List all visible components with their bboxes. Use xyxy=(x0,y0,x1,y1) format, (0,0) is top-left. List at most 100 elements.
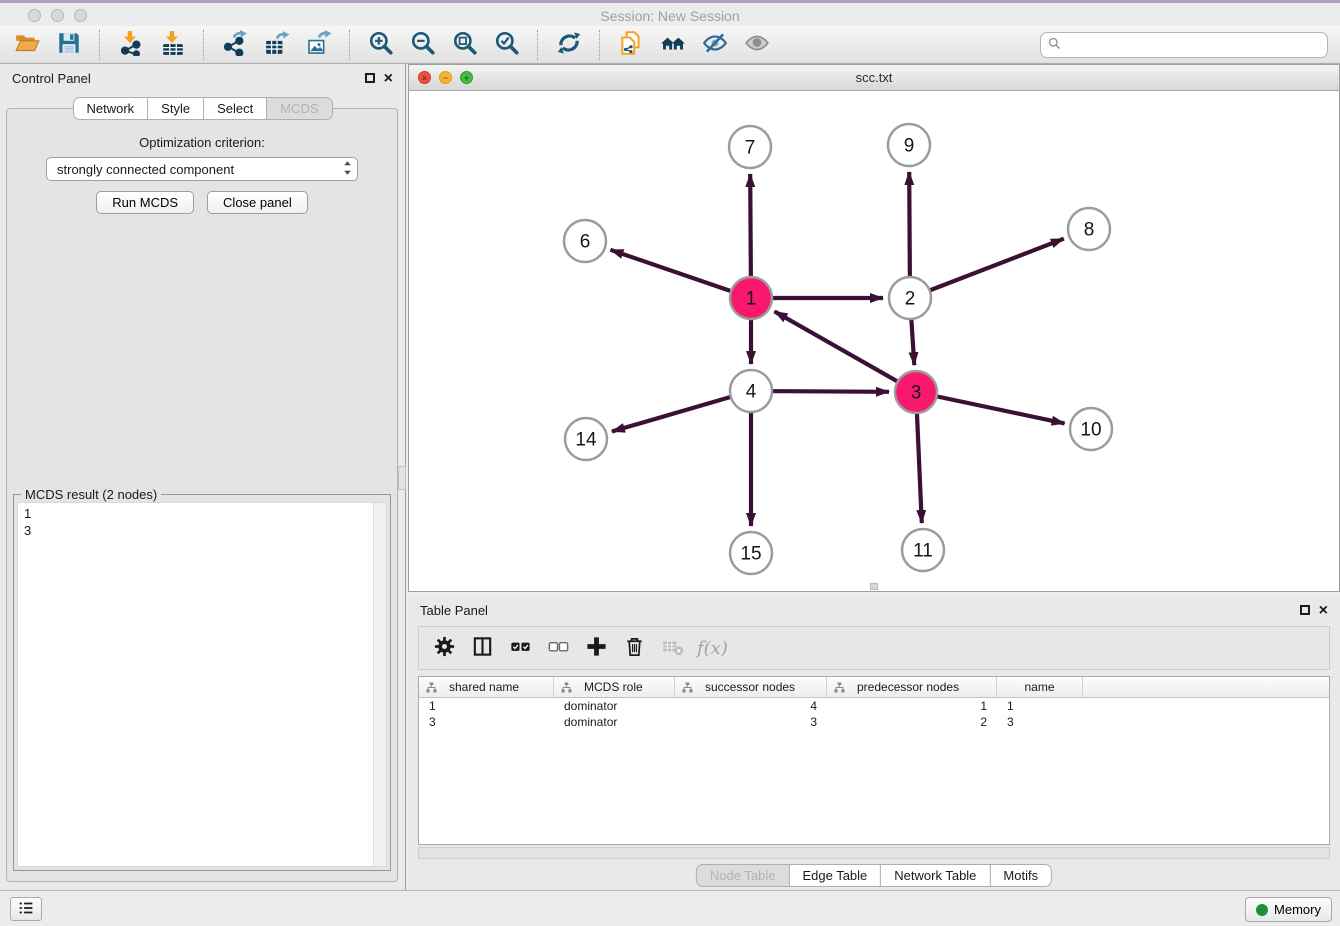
close-panel-button[interactable]: Close panel xyxy=(207,191,308,214)
column-header-MCDS-role[interactable]: MCDS role xyxy=(554,677,675,697)
settings-gear-button[interactable] xyxy=(427,631,461,665)
network-window-titlebar[interactable]: ×−+ scc.txt xyxy=(409,65,1339,91)
table-panel-close-button[interactable]: × xyxy=(1319,603,1328,618)
column-header-predecessor-nodes[interactable]: predecessor nodes xyxy=(827,677,997,697)
search-box[interactable] xyxy=(1040,32,1328,58)
edge-1-to-6[interactable] xyxy=(611,250,752,298)
column-layout-button[interactable] xyxy=(465,631,499,665)
table-row-1[interactable]: 1dominator411 xyxy=(419,698,1329,714)
edge-2-to-8[interactable] xyxy=(910,239,1064,298)
zoom-fit-button[interactable] xyxy=(447,29,483,61)
table-cell[interactable]: 4 xyxy=(675,698,827,714)
settings-gear-icon xyxy=(433,635,456,661)
network-window-resize-grip[interactable] xyxy=(870,583,878,590)
panel-splitter-handle[interactable] xyxy=(398,466,406,490)
result-scrollbar[interactable] xyxy=(373,503,386,866)
column-layout-icon xyxy=(471,635,494,661)
network-view-window: ×−+ scc.txt 7 9 6 8 1 2 4 3 14 10 15 11 xyxy=(408,64,1340,592)
home-view-icon xyxy=(660,30,686,59)
table-cell[interactable]: 1 xyxy=(419,698,554,714)
criterion-dropdown[interactable]: strongly connected component xyxy=(46,157,358,181)
graph-node-10[interactable]: 10 xyxy=(1070,408,1112,450)
duplicate-network-button[interactable] xyxy=(613,29,649,61)
graph-node-8[interactable]: 8 xyxy=(1068,208,1110,250)
refresh-layout-button[interactable] xyxy=(551,29,587,61)
deselect-all-button[interactable] xyxy=(541,631,575,665)
refresh-layout-icon xyxy=(556,30,582,59)
graph-node-2[interactable]: 2 xyxy=(889,277,931,319)
open-file-button[interactable] xyxy=(9,29,45,61)
graph-node-15[interactable]: 15 xyxy=(730,532,772,574)
tab-style[interactable]: Style xyxy=(147,97,204,120)
tab-edge-table[interactable]: Edge Table xyxy=(788,864,881,887)
deselect-all-icon xyxy=(547,635,570,661)
network-window-minimize-button[interactable]: − xyxy=(439,71,452,84)
table-cell[interactable]: dominator xyxy=(554,698,675,714)
task-history-button[interactable] xyxy=(10,897,42,921)
tab-node-table[interactable]: Node Table xyxy=(696,864,790,887)
home-view-button[interactable] xyxy=(655,29,691,61)
table-row-2[interactable]: 3dominator323 xyxy=(419,714,1329,730)
column-header-name[interactable]: name xyxy=(997,677,1083,697)
zoom-out-button[interactable] xyxy=(405,29,441,61)
show-panel-eye-button[interactable] xyxy=(739,29,775,61)
table-panel: Table Panel × f(x) shared nameMCDS roles… xyxy=(408,596,1340,890)
table-cell[interactable]: 3 xyxy=(997,714,1083,730)
graph-node-1[interactable]: 1 xyxy=(730,277,772,319)
network-window-close-button[interactable]: × xyxy=(418,71,431,84)
tab-network-table[interactable]: Network Table xyxy=(880,864,990,887)
app-titlebar: Session: New Session xyxy=(0,0,1340,26)
import-table-button[interactable] xyxy=(155,29,191,61)
table-horizontal-scrollbar[interactable] xyxy=(418,847,1330,859)
import-network-button[interactable] xyxy=(113,29,149,61)
open-file-icon xyxy=(14,30,40,59)
export-image-button[interactable] xyxy=(301,29,337,61)
add-column-button[interactable] xyxy=(579,631,613,665)
status-bar: Memory xyxy=(0,890,1340,926)
table-cell[interactable]: 2 xyxy=(827,714,997,730)
column-header-successor-nodes[interactable]: successor nodes xyxy=(675,677,827,697)
criterion-value: strongly connected component xyxy=(57,162,342,177)
node-table: shared nameMCDS rolesuccessor nodesprede… xyxy=(418,676,1330,845)
save-session-button[interactable] xyxy=(51,29,87,61)
tab-motifs[interactable]: Motifs xyxy=(989,864,1052,887)
attribute-type-icon xyxy=(834,682,845,693)
memory-button[interactable]: Memory xyxy=(1245,897,1332,922)
network-graph-canvas[interactable]: 7 9 6 8 1 2 4 3 14 10 15 11 xyxy=(409,90,1339,591)
run-mcds-button[interactable]: Run MCDS xyxy=(96,191,194,214)
select-all-button[interactable] xyxy=(503,631,537,665)
table-cell[interactable]: 3 xyxy=(419,714,554,730)
edge-3-to-10[interactable] xyxy=(916,392,1065,423)
search-input[interactable] xyxy=(1066,36,1321,53)
graph-node-6[interactable]: 6 xyxy=(564,220,606,262)
tab-mcds[interactable]: MCDS xyxy=(266,97,332,120)
show-panel-eye-icon xyxy=(744,30,770,59)
zoom-in-button[interactable] xyxy=(363,29,399,61)
graph-node-14[interactable]: 14 xyxy=(565,418,607,460)
mcds-result-title: MCDS result (2 nodes) xyxy=(21,487,161,502)
tab-select[interactable]: Select xyxy=(203,97,267,120)
column-header-shared-name[interactable]: shared name xyxy=(419,677,554,697)
table-cell[interactable]: 3 xyxy=(675,714,827,730)
graph-node-11[interactable]: 11 xyxy=(902,529,944,571)
network-window-zoom-button[interactable]: + xyxy=(460,71,473,84)
table-cell[interactable]: 1 xyxy=(827,698,997,714)
control-panel-float-button[interactable] xyxy=(365,71,375,86)
delete-column-button[interactable] xyxy=(617,631,651,665)
graph-node-4[interactable]: 4 xyxy=(730,370,772,412)
export-table-button[interactable] xyxy=(259,29,295,61)
edge-3-to-1[interactable] xyxy=(775,311,917,392)
control-panel-title: Control Panel xyxy=(12,71,91,86)
hide-panel-eye-button[interactable] xyxy=(697,29,733,61)
graph-node-9[interactable]: 9 xyxy=(888,124,930,166)
control-panel-close-button[interactable]: × xyxy=(384,71,393,86)
table-cell[interactable]: dominator xyxy=(554,714,675,730)
mcds-result-area[interactable]: 13 xyxy=(17,502,387,867)
export-network-button[interactable] xyxy=(217,29,253,61)
table-cell[interactable]: 1 xyxy=(997,698,1083,714)
zoom-selected-button[interactable] xyxy=(489,29,525,61)
graph-node-3[interactable]: 3 xyxy=(895,371,937,413)
table-panel-float-button[interactable] xyxy=(1300,603,1310,618)
tab-network[interactable]: Network xyxy=(72,97,148,120)
graph-node-7[interactable]: 7 xyxy=(729,126,771,168)
